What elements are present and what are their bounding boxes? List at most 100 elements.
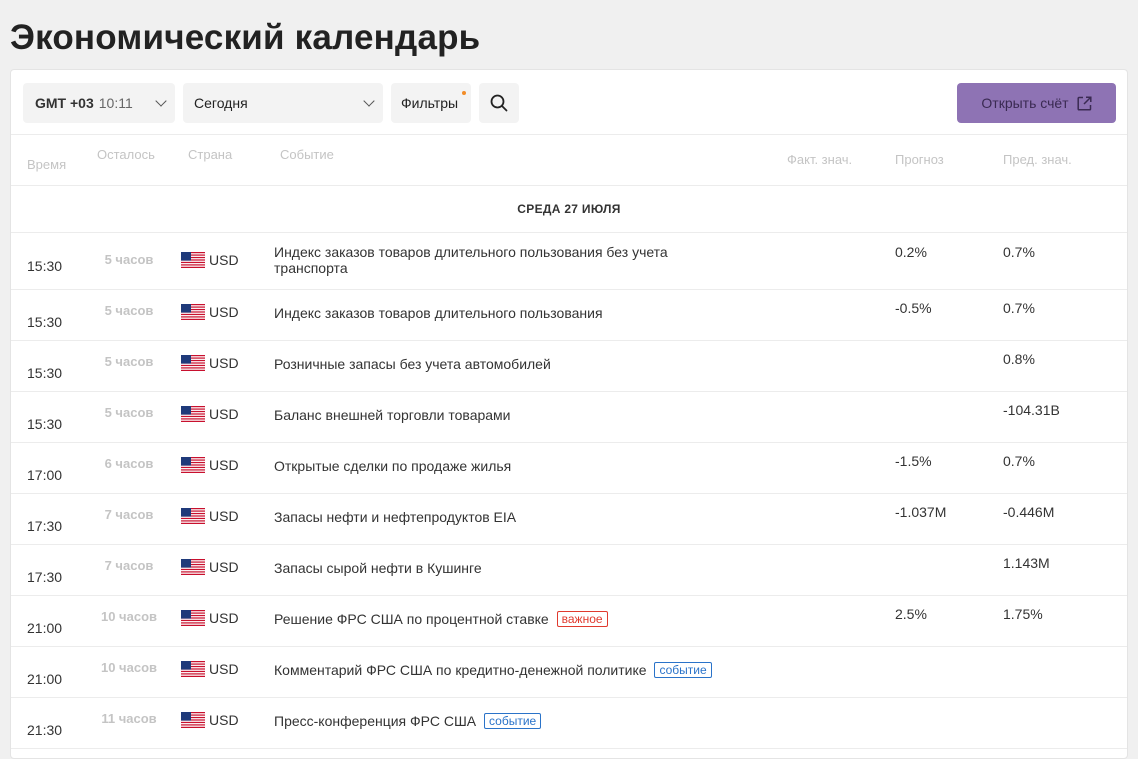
us-flag-icon	[181, 610, 205, 626]
event-name[interactable]: Запасы сырой нефти в Кушинге	[274, 560, 714, 576]
period-select[interactable]: Сегодня	[183, 83, 383, 123]
event-name[interactable]: Комментарий ФРС США по кредитно-денежной…	[274, 662, 714, 678]
time-remaining: 5 часов	[104, 303, 154, 318]
importance-badge: важное	[556, 611, 608, 627]
table-row[interactable]: 17:30 7 часов USD Запасы нефти и нефтепр…	[11, 494, 1127, 545]
filter-active-dot	[462, 91, 466, 95]
event-country: USD	[181, 661, 239, 677]
event-title: Баланс внешней торговли товарами	[274, 407, 511, 423]
us-flag-icon	[181, 355, 205, 371]
event-country: USD	[181, 610, 239, 626]
column-country: Страна	[188, 147, 233, 162]
table-row[interactable]: 21:00 10 часов USD Комментарий ФРС США п…	[11, 647, 1127, 698]
period-label: Сегодня	[194, 95, 248, 111]
filters-button[interactable]: Фильтры	[391, 83, 471, 123]
event-time: 21:30	[27, 722, 63, 738]
table-row[interactable]: 15:30 5 часов USD Розничные запасы без у…	[11, 341, 1127, 392]
country-code: USD	[209, 304, 239, 320]
time-remaining: 5 часов	[104, 252, 154, 267]
event-time: 15:30	[27, 416, 63, 432]
search-button[interactable]	[479, 83, 519, 123]
country-code: USD	[209, 559, 239, 575]
event-name[interactable]: Пресс-конференция ФРС США событие	[274, 713, 714, 729]
event-list: 15:30 5 часов USD Индекс заказов товаров…	[11, 233, 1127, 749]
event-badge: событие	[484, 713, 542, 729]
event-country: USD	[181, 252, 239, 268]
us-flag-icon	[181, 508, 205, 524]
open-account-label: Открыть счёт	[981, 95, 1069, 111]
us-flag-icon	[181, 712, 205, 728]
event-country: USD	[181, 559, 239, 575]
event-title: Решение ФРС США по процентной ставке	[274, 611, 549, 627]
column-remaining: Осталось	[97, 147, 155, 162]
chevron-down-icon	[155, 95, 167, 107]
open-account-button[interactable]: Открыть счёт	[957, 83, 1116, 123]
timezone-label: GMT +03	[35, 95, 94, 111]
column-previous: Пред. знач.	[1003, 152, 1072, 167]
event-time: 15:30	[27, 365, 63, 381]
table-row[interactable]: 21:30 11 часов USD Пресс-конференция ФРС…	[11, 698, 1127, 749]
forecast-value: -1.037M	[895, 504, 947, 520]
current-time: 10:11	[98, 95, 133, 111]
previous-value: 0.7%	[1003, 244, 1035, 260]
event-time: 21:00	[27, 620, 63, 636]
column-time: Время	[27, 157, 67, 172]
event-name[interactable]: Запасы нефти и нефтепродуктов EIA	[274, 509, 714, 525]
filters-label: Фильтры	[401, 95, 459, 111]
table-row[interactable]: 21:00 10 часов USD Решение ФРС США по пр…	[11, 596, 1127, 647]
table-header: Время Осталось Страна Событие Факт. знач…	[11, 135, 1127, 186]
event-country: USD	[181, 457, 239, 473]
country-code: USD	[209, 355, 239, 371]
column-forecast: Прогноз	[895, 152, 944, 167]
event-name[interactable]: Баланс внешней торговли товарами	[274, 407, 714, 423]
forecast-value: -1.5%	[895, 453, 932, 469]
table-row[interactable]: 17:00 6 часов USD Открытые сделки по про…	[11, 443, 1127, 494]
event-time: 15:30	[27, 314, 63, 330]
event-name[interactable]: Индекс заказов товаров длительного польз…	[274, 244, 714, 276]
event-time: 21:00	[27, 671, 63, 687]
time-remaining: 7 часов	[104, 507, 154, 522]
event-title: Индекс заказов товаров длительного польз…	[274, 244, 668, 276]
us-flag-icon	[181, 252, 205, 268]
event-time: 17:30	[27, 518, 63, 534]
time-remaining: 10 часов	[100, 660, 157, 675]
time-remaining: 5 часов	[104, 354, 154, 369]
page-title: Экономический календарь	[10, 18, 481, 57]
event-badge: событие	[654, 662, 712, 678]
event-country: USD	[181, 712, 239, 728]
previous-value: 0.7%	[1003, 453, 1035, 469]
table-row[interactable]: 15:30 5 часов USD Индекс заказов товаров…	[11, 233, 1127, 290]
forecast-value: 2.5%	[895, 606, 927, 622]
event-title: Комментарий ФРС США по кредитно-денежной…	[274, 662, 647, 678]
event-title: Индекс заказов товаров длительного польз…	[274, 305, 603, 321]
event-name[interactable]: Открытые сделки по продаже жилья	[274, 458, 714, 474]
column-event: Событие	[280, 147, 334, 162]
country-code: USD	[209, 252, 239, 268]
country-code: USD	[209, 610, 239, 626]
time-remaining: 7 часов	[104, 558, 154, 573]
time-remaining: 10 часов	[100, 609, 157, 624]
table-row[interactable]: 15:30 5 часов USD Баланс внешней торговл…	[11, 392, 1127, 443]
event-time: 17:00	[27, 467, 63, 483]
event-name[interactable]: Индекс заказов товаров длительного польз…	[274, 305, 714, 321]
event-country: USD	[181, 508, 239, 524]
previous-value: 0.7%	[1003, 300, 1035, 316]
event-name[interactable]: Решение ФРС США по процентной ставке важ…	[274, 611, 714, 627]
event-name[interactable]: Розничные запасы без учета автомобилей	[274, 356, 714, 372]
us-flag-icon	[181, 661, 205, 677]
search-icon	[490, 94, 508, 112]
event-title: Запасы нефти и нефтепродуктов EIA	[274, 509, 517, 525]
us-flag-icon	[181, 457, 205, 473]
external-link-icon	[1077, 95, 1092, 111]
event-country: USD	[181, 406, 239, 422]
country-code: USD	[209, 712, 239, 728]
time-remaining: 6 часов	[104, 456, 154, 471]
previous-value: -104.31B	[1003, 402, 1060, 418]
chevron-down-icon	[363, 95, 375, 107]
timezone-select[interactable]: GMT +03 10:11	[23, 83, 175, 123]
column-actual: Факт. знач.	[787, 152, 853, 167]
table-row[interactable]: 17:30 7 часов USD Запасы сырой нефти в К…	[11, 545, 1127, 596]
us-flag-icon	[181, 304, 205, 320]
time-remaining: 5 часов	[104, 405, 154, 420]
table-row[interactable]: 15:30 5 часов USD Индекс заказов товаров…	[11, 290, 1127, 341]
